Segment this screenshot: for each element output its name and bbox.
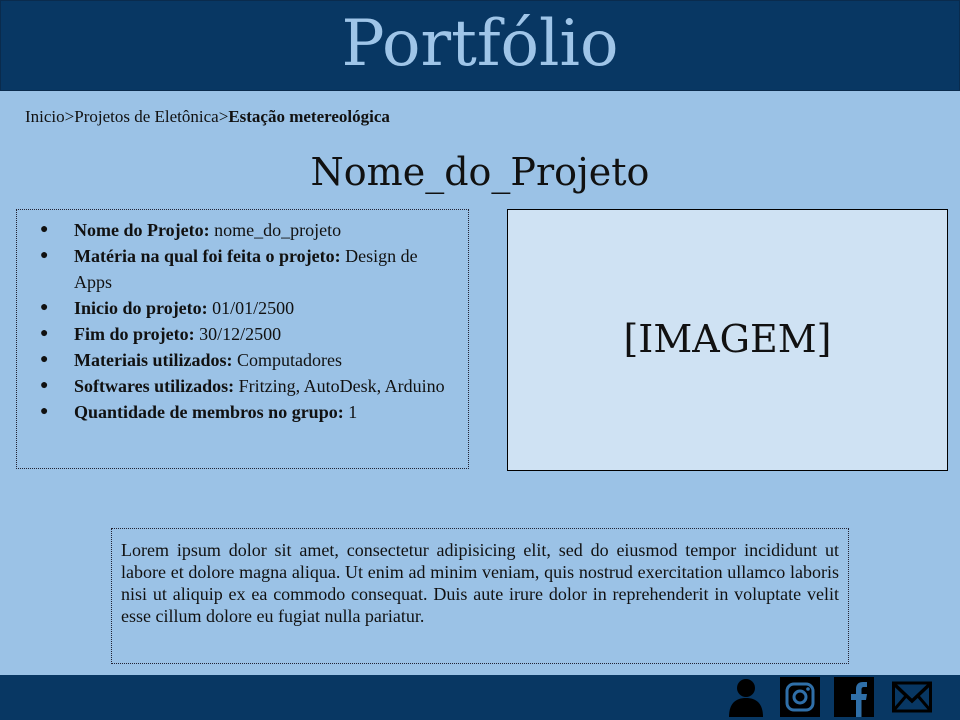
breadcrumb-item-current: Estação metereológica — [228, 107, 390, 126]
info-value: 1 — [348, 402, 358, 422]
info-item-materials: ● Materiais utilizados: Computadores — [37, 347, 454, 373]
info-label: Fim do projeto: — [74, 324, 195, 344]
project-image-placeholder: [IMAGEM] — [507, 209, 948, 471]
info-label: Quantidade de membros no grupo: — [74, 402, 344, 422]
project-description: Lorem ipsum dolor sit amet, consectetur … — [111, 528, 849, 664]
breadcrumb-item-projetos[interactable]: Projetos de Eletônica — [74, 107, 218, 126]
info-value: 30/12/2500 — [199, 324, 282, 344]
bullet-icon: ● — [40, 248, 49, 263]
bullet-icon: ● — [40, 378, 49, 393]
bullet-icon: ● — [40, 326, 49, 341]
info-label: Matéria na qual foi feita o projeto: — [74, 246, 341, 266]
mail-icon[interactable] — [888, 677, 936, 717]
info-label: Nome do Projeto: — [74, 220, 210, 240]
info-label: Inicio do projeto: — [74, 298, 208, 318]
footer-bar — [0, 675, 960, 720]
image-placeholder-label: [IMAGEM] — [623, 317, 832, 361]
info-item-start: ● Inicio do projeto: 01/01/2500 — [37, 295, 454, 321]
project-info-box: ● Nome do Projeto: nome_do_projeto ● Matér… — [16, 209, 469, 469]
breadcrumb-separator: > — [64, 107, 75, 126]
social-icons — [726, 677, 936, 717]
info-value: nome_do_projeto — [214, 220, 342, 240]
site-title: Portfólio — [341, 6, 619, 81]
info-value: Fritzing, AutoDesk, Arduino — [238, 376, 445, 396]
info-item-end: ● Fim do projeto: 30/12/2500 — [37, 321, 454, 347]
breadcrumb-item-inicio[interactable]: Inicio — [25, 107, 65, 126]
info-label: Softwares utilizados: — [74, 376, 235, 396]
info-item-members: ● Quantidade de membros no grupo: 1 — [37, 399, 454, 425]
project-info-list: ● Nome do Projeto: nome_do_projeto ● Matér… — [37, 217, 454, 425]
info-value: 01/01/2500 — [212, 298, 295, 318]
bullet-icon: ● — [40, 222, 49, 237]
header-bar: Portfólio — [0, 0, 960, 91]
info-item-software: ● Softwares utilizados: Fritzing, AutoDes… — [37, 373, 454, 399]
info-item-subject: ● Matéria na qual foi feita o projeto: De… — [37, 243, 454, 295]
facebook-icon[interactable] — [834, 677, 874, 717]
page-title: Nome_do_Projeto — [310, 150, 650, 194]
instagram-icon[interactable] — [780, 677, 820, 717]
description-text: Lorem ipsum dolor sit amet, consectetur … — [121, 540, 839, 626]
bullet-icon: ● — [40, 352, 49, 367]
person-icon[interactable] — [726, 677, 766, 717]
info-item-name: ● Nome do Projeto: nome_do_projeto — [37, 217, 454, 243]
info-value: Computadores — [236, 350, 342, 370]
breadcrumb-separator: > — [218, 107, 229, 126]
info-label: Materiais utilizados: — [74, 350, 233, 370]
breadcrumb: Inicio>Projetos de Eletônica>Estação met… — [25, 107, 390, 127]
bullet-icon: ● — [40, 404, 49, 419]
bullet-icon: ● — [40, 300, 49, 315]
